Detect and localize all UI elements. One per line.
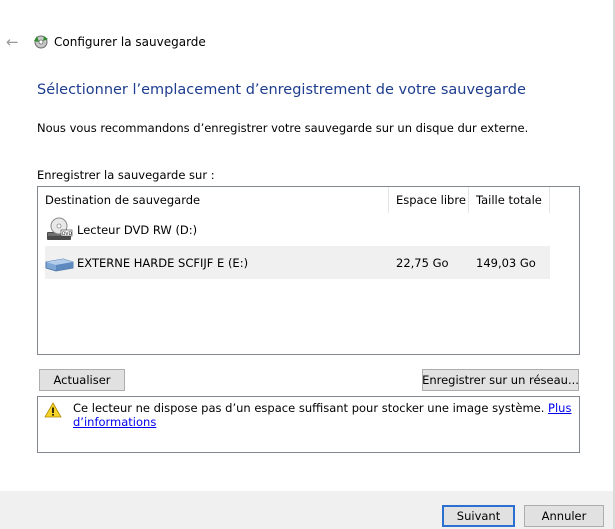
warning-text-container: Ce lecteur ne dispose pas d’un espace su… — [73, 401, 573, 429]
footer-bar — [0, 491, 613, 529]
column-header-total-size[interactable]: Taille totale — [469, 187, 550, 213]
refresh-button[interactable]: Actualiser — [39, 369, 125, 391]
list-item-external-drive[interactable]: EXTERNE HARDE SCFIJF E (E:) 22,75 Go 149… — [45, 246, 550, 279]
warning-message-box: Ce lecteur ne dispose pas d’un espace su… — [37, 396, 580, 453]
warning-text: Ce lecteur ne dispose pas d’un espace su… — [73, 401, 549, 415]
list-item-dvd-drive[interactable]: DVD Lecteur DVD RW (D:) — [45, 213, 550, 246]
column-header-destination[interactable]: Destination de sauvegarde — [38, 187, 389, 213]
drive-name: EXTERNE HARDE SCFIJF E (E:) — [77, 255, 249, 270]
dvd-drive-icon: DVD — [47, 217, 72, 240]
save-location-label: Enregistrer la sauvegarde sur : — [37, 168, 215, 182]
warning-icon — [44, 402, 62, 418]
column-headers: Destination de sauvegarde Espace libre T… — [38, 187, 579, 213]
column-header-free-space[interactable]: Espace libre — [389, 187, 469, 213]
cancel-button[interactable]: Annuler — [524, 505, 604, 527]
recommendation-text: Nous vous recommandons d’enregistrer vot… — [37, 121, 529, 135]
page-heading: Sélectionner l’emplacement d’enregistrem… — [37, 82, 526, 98]
backup-app-icon — [34, 35, 48, 49]
window-title: Configurer la sauvegarde — [54, 35, 206, 49]
drive-name: Lecteur DVD RW (D:) — [77, 222, 198, 237]
next-button[interactable]: Suivant — [442, 505, 515, 527]
save-on-network-button[interactable]: Enregistrer sur un réseau... — [422, 369, 579, 391]
external-drive-icon — [45, 258, 74, 271]
backup-destination-list[interactable]: Destination de sauvegarde Espace libre T… — [37, 186, 580, 355]
drive-total-size: 149,03 Go — [476, 255, 536, 270]
back-arrow-icon[interactable]: ← — [6, 34, 22, 50]
drive-free-space: 22,75 Go — [396, 255, 449, 270]
svg-text:DVD: DVD — [62, 231, 72, 237]
title-bar: ← Configurer la sauvegarde — [6, 30, 206, 54]
